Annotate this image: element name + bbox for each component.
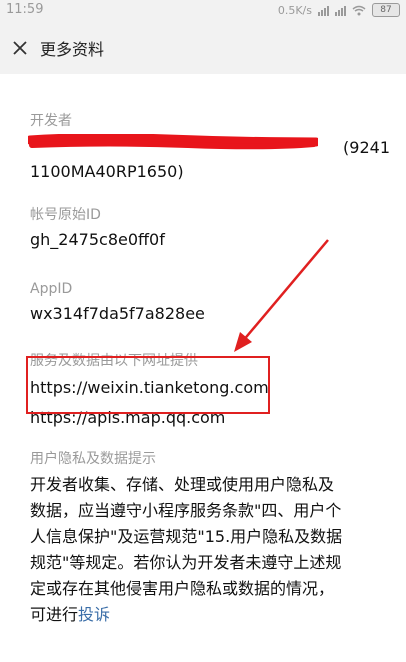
privacy-line: 开发者收集、存储、处理或使用用户隐私及 <box>30 475 335 494</box>
redaction-scribble <box>28 134 318 150</box>
developer-label: 开发者 <box>30 113 72 129</box>
status-indicators: 0.5K/s 87 <box>278 3 400 17</box>
privacy-line: 定或存在其他侵害用户隐私或数据的情况， <box>30 579 335 598</box>
privacy-last-line: 可进行投诉 <box>30 602 390 628</box>
wifi-icon <box>352 5 366 15</box>
battery-icon: 87 <box>372 3 400 17</box>
network-speed: 0.5K/s <box>277 3 312 17</box>
developer-value-line2: 1100MA40RP1650) <box>30 162 184 181</box>
report-link[interactable]: 投诉 <box>78 605 110 624</box>
privacy-line: 数据，应当遵守小程序服务条款"四、用户个 <box>30 501 342 520</box>
close-button[interactable] <box>8 36 32 60</box>
close-icon <box>13 41 27 55</box>
privacy-last-prefix: 可进行 <box>30 605 79 624</box>
status-time: 11:59 <box>6 2 44 17</box>
privacy-text: 开发者收集、存储、处理或使用用户隐私及 数据，应当遵守小程序服务条款"四、用户个… <box>30 472 390 628</box>
developer-value: (9241 1100MA40RP1650) <box>28 134 390 184</box>
original-id-label: 帐号原始ID <box>30 207 101 223</box>
developer-value-tail: (9241 <box>343 138 390 157</box>
nav-header: 更多资料 <box>0 22 406 74</box>
privacy-label: 用户隐私及数据提示 <box>30 451 156 467</box>
annotation-arrow-icon <box>234 239 329 352</box>
cell-signal-icon <box>318 5 329 16</box>
privacy-section: 用户隐私及数据提示 开发者收集、存储、处理或使用用户隐私及 数据，应当遵守小程序… <box>30 450 390 628</box>
developer-section: 开发者 (9241 1100MA40RP1650) <box>28 112 390 184</box>
highlight-box <box>26 356 270 414</box>
page-title: 更多资料 <box>40 40 105 59</box>
cell-signal-2-icon <box>335 5 346 16</box>
status-bar: 11:59 0.5K/s 87 <box>0 0 406 22</box>
privacy-line: 人信息保护"及运营规范"15.用户隐私及数据 <box>30 527 343 546</box>
privacy-line: 规范"等规定。若你认为开发者未遵守上述规 <box>30 553 342 572</box>
